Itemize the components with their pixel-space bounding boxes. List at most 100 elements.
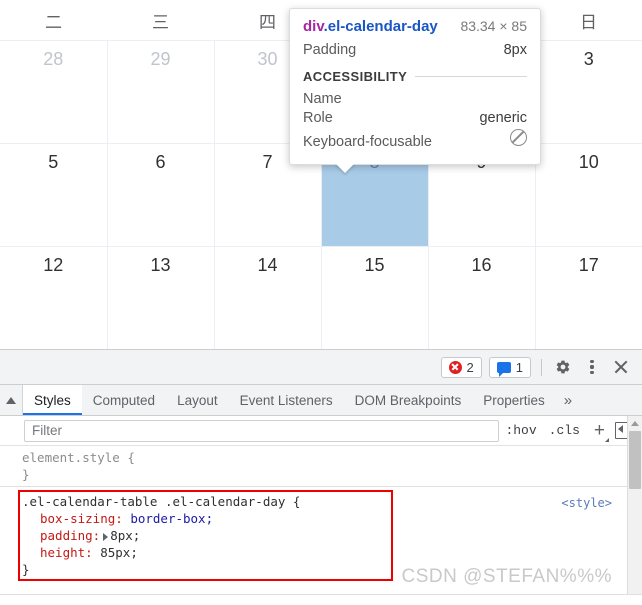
calendar-day[interactable]: 5 <box>0 144 107 246</box>
caret-down-icon <box>605 438 609 442</box>
tooltip-title-row: div.el-calendar-day 83.34 × 85 <box>303 18 527 35</box>
calendar-day[interactable]: 29 <box>108 41 214 143</box>
error-icon <box>449 361 462 374</box>
rule-selector-row: .el-calendar-table .el-calendar-day { <box>22 493 387 510</box>
calendar-cell[interactable]: 6 <box>107 144 214 247</box>
expand-triangle-icon[interactable] <box>103 533 108 541</box>
declaration-property: height: <box>22 545 93 560</box>
calendar-cell[interactable]: 15 <box>321 247 428 350</box>
calendar-day[interactable]: 16 <box>429 247 535 349</box>
scroll-up-arrow-icon[interactable] <box>0 385 23 415</box>
calendar-day[interactable]: 17 <box>536 247 642 349</box>
kebab-dots <box>590 360 593 375</box>
calendar-cell[interactable]: 10 <box>535 144 642 247</box>
tabs-overflow-button[interactable]: » <box>556 385 580 415</box>
tooltip-role-label: Role <box>303 110 333 126</box>
tab-properties[interactable]: Properties <box>472 385 556 415</box>
styles-filter-bar: :hov .cls + <box>0 416 642 446</box>
calendar-cell[interactable]: 29 <box>107 41 214 144</box>
tooltip-keyboard-row: Keyboard-focusable <box>303 129 527 150</box>
element-style-rule[interactable]: element.style { } <box>22 446 642 486</box>
declaration-box-sizing[interactable]: box-sizing: border-box; <box>22 510 387 527</box>
close-icon[interactable] <box>610 356 632 378</box>
element-style-close-brace: } <box>22 466 642 483</box>
tooltip-tag-name: div <box>303 18 324 35</box>
triangle-up-glyph <box>631 421 639 426</box>
devtools-status-bar: 2 1 <box>0 350 642 385</box>
tab-styles[interactable]: Styles <box>23 385 82 415</box>
devtools-panel: 2 1 Styles Computed Layout Event Listene… <box>0 349 642 605</box>
triangle-up-glyph <box>6 397 16 404</box>
tooltip-padding-row: Padding 8px <box>303 42 527 58</box>
bottom-strip <box>0 594 642 605</box>
scrollbar-up-arrow[interactable] <box>628 416 642 430</box>
plus-glyph: + <box>594 420 605 441</box>
styles-rules-pane: element.style { } .el-calendar-table .el… <box>0 446 642 605</box>
styles-pane-scrollbar[interactable] <box>627 416 642 605</box>
devtools-tab-bar: Styles Computed Layout Event Listeners D… <box>0 385 642 416</box>
tab-event-listeners[interactable]: Event Listeners <box>229 385 344 415</box>
tooltip-pointer-arrow <box>335 163 355 173</box>
calendar-day[interactable]: 13 <box>108 247 214 349</box>
declaration-padding[interactable]: padding: 8px; <box>22 527 387 544</box>
declaration-property: padding: <box>22 528 100 543</box>
filter-input[interactable] <box>24 420 499 442</box>
calendar-day[interactable]: 15 <box>322 247 428 349</box>
declaration-value: border-box; <box>130 511 213 526</box>
error-count-label: 2 <box>467 360 474 375</box>
calendar-cell[interactable]: 13 <box>107 247 214 350</box>
calendar-day[interactable]: 28 <box>0 41 107 143</box>
calendar-cell[interactable]: 12 <box>0 247 107 350</box>
gear-icon[interactable] <box>552 356 574 378</box>
cls-toggle-button[interactable]: .cls <box>543 423 586 438</box>
kebab-menu-icon[interactable] <box>581 356 603 378</box>
new-style-rule-button[interactable]: + <box>586 421 609 440</box>
declaration-value: 8px; <box>110 528 140 543</box>
weekday-header-sun: 日 <box>535 0 642 41</box>
section-divider <box>415 76 527 77</box>
element-inspector-tooltip: div.el-calendar-day 83.34 × 85 Padding 8… <box>289 8 541 165</box>
calendar-cell[interactable]: 16 <box>428 247 535 350</box>
calendar-day[interactable]: 6 <box>108 144 214 246</box>
calendar-cell[interactable]: 14 <box>214 247 321 350</box>
devtools-inspecting-calendar-screen: 二 三 四 五 六 日 28 29 30 1 2 3 5 <box>0 0 642 604</box>
calendar-day[interactable]: 12 <box>0 247 107 349</box>
element-style-selector: element.style { <box>22 449 642 466</box>
tooltip-padding-label: Padding <box>303 42 356 58</box>
tooltip-padding-value: 8px <box>504 42 527 58</box>
calendar-day[interactable]: 3 <box>536 41 642 143</box>
highlighted-rule-box[interactable]: .el-calendar-table .el-calendar-day { bo… <box>18 490 393 581</box>
hov-toggle-button[interactable]: :hov <box>499 423 542 438</box>
calendar-cell[interactable]: 17 <box>535 247 642 350</box>
weekday-header-tue: 二 <box>0 0 107 41</box>
message-count-badge[interactable]: 1 <box>489 357 531 378</box>
declaration-value: 85px; <box>100 545 138 560</box>
calendar-cell[interactable]: 28 <box>0 41 107 144</box>
calendar-cell[interactable]: 3 <box>535 41 642 144</box>
calendar-day[interactable]: 10 <box>536 144 642 246</box>
calendar-cell[interactable]: 5 <box>0 144 107 247</box>
weekday-header-wed: 三 <box>107 0 214 41</box>
rule-origin-link[interactable]: <style> <box>561 495 612 512</box>
tooltip-dimensions: 83.34 × 85 <box>460 18 527 34</box>
message-icon <box>497 362 511 373</box>
tooltip-selector: div.el-calendar-day <box>303 18 438 35</box>
tooltip-role-row: Role generic <box>303 110 527 126</box>
calendar-day[interactable]: 14 <box>215 247 321 349</box>
tooltip-accessibility-heading: ACCESSIBILITY <box>303 69 407 84</box>
rule-selector[interactable]: .el-calendar-table .el-calendar-day { <box>22 493 300 510</box>
tooltip-class-name: .el-calendar-day <box>324 18 438 35</box>
tab-computed[interactable]: Computed <box>82 385 166 415</box>
tab-dom-breakpoints[interactable]: DOM Breakpoints <box>344 385 473 415</box>
tooltip-name-row: Name <box>303 91 527 107</box>
error-count-badge[interactable]: 2 <box>441 357 482 378</box>
scrollbar-thumb[interactable] <box>629 431 641 489</box>
declaration-height[interactable]: height: 85px; <box>22 544 387 561</box>
tooltip-keyboard-label: Keyboard-focusable <box>303 134 432 150</box>
watermark-text: CSDN @STEFAN%%% <box>402 568 613 585</box>
tooltip-name-label: Name <box>303 91 342 107</box>
close-glyph <box>613 359 629 375</box>
not-allowed-icon <box>510 129 527 146</box>
tab-layout[interactable]: Layout <box>166 385 229 415</box>
message-count-label: 1 <box>516 360 523 375</box>
